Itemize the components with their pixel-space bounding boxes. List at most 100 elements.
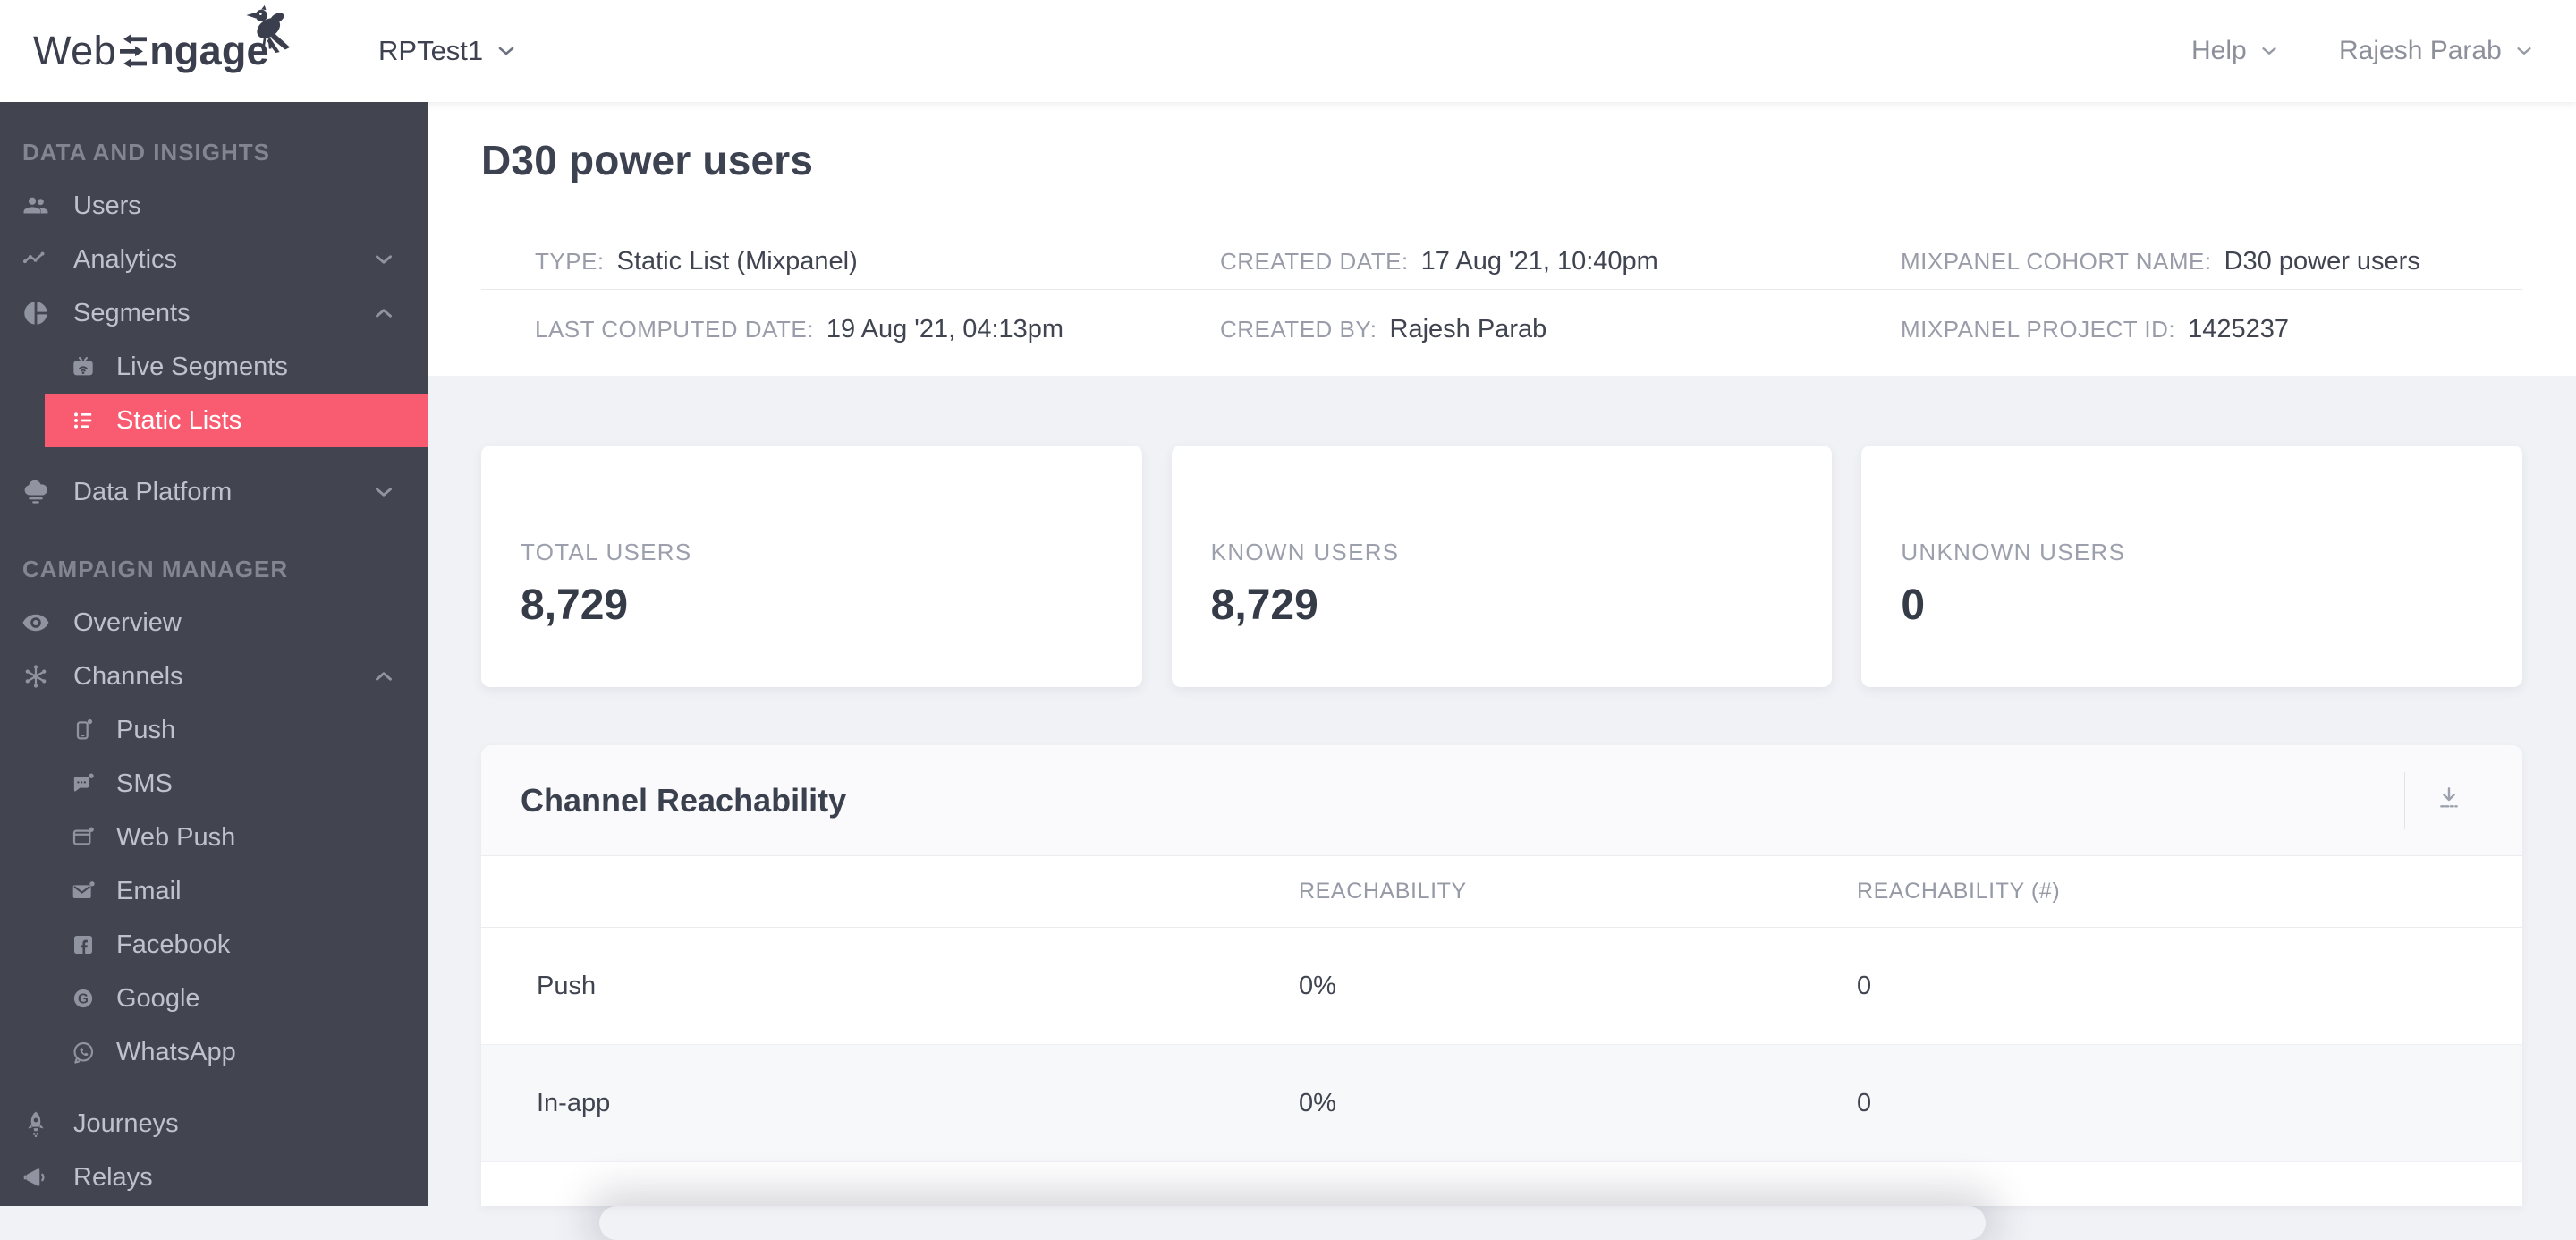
sidebar-item-label: Channels [73, 661, 183, 691]
google-icon: G [68, 984, 98, 1013]
sidebar-item-sms[interactable]: SMS [0, 757, 428, 811]
sidebar-item-label: Overview [73, 607, 182, 637]
user-menu[interactable]: Rajesh Parab [2339, 0, 2534, 102]
chevron-down-icon [2514, 41, 2534, 61]
page-title: D30 power users [481, 137, 814, 183]
meta-mixpanel-project-id: MIXPANEL PROJECT ID: 1425237 [1901, 315, 2469, 344]
sidebar-item-label: Live Segments [116, 352, 288, 381]
meta-mixpanel-cohort-name: MIXPANEL COHORT NAME: D30 power users [1901, 247, 2469, 276]
sidebar-item-label: Push [116, 715, 176, 744]
header-divider [2404, 771, 2405, 829]
journeys-icon [18, 1108, 54, 1139]
channel-reachability-header: Channel Reachability [481, 745, 2522, 856]
sidebar-item-facebook[interactable]: Facebook [0, 918, 428, 972]
download-icon [2435, 784, 2463, 817]
sidebar-item-web-push[interactable]: Web Push [0, 811, 428, 864]
cell-reachability: 0% [1299, 971, 1336, 1000]
column-reachability: REACHABILITY [1299, 879, 1467, 904]
sidebar-item-label: WhatsApp [116, 1037, 236, 1066]
svg-text:G: G [78, 991, 89, 1006]
help-label: Help [2191, 36, 2247, 65]
meta-label: CREATED DATE: [1220, 247, 1409, 275]
sidebar-item-label: Email [116, 876, 182, 905]
sidebar-item-analytics[interactable]: Analytics [0, 233, 428, 286]
sidebar-item-whatsapp[interactable]: WhatsApp [0, 1025, 428, 1079]
sidebar-item-users[interactable]: Users [0, 179, 428, 233]
data-platform-icon [18, 477, 54, 507]
webengage-dashboard: { "topbar": { "logo": { "web": "Web", "n… [0, 0, 2576, 1206]
help-menu[interactable]: Help [2191, 0, 2279, 102]
meta-last-computed-date: LAST COMPUTED DATE: 19 Aug '21, 04:13pm [535, 315, 1220, 344]
cell-channel: In-app [537, 1088, 611, 1117]
cell-reachability-count: 0 [1857, 971, 1872, 1000]
meta-label: TYPE: [535, 247, 605, 275]
sidebar-item-email[interactable]: Email [0, 864, 428, 918]
stat-card-label: TOTAL USERS [521, 539, 692, 565]
meta-label: CREATED BY: [1220, 315, 1377, 343]
stat-cards-row: TOTAL USERS 8,729 KNOWN USERS 8,729 UNKN… [481, 446, 2523, 687]
meta-label: MIXPANEL PROJECT ID: [1901, 315, 2176, 343]
logo-text-web: Web [33, 28, 117, 73]
chevron-down-icon [496, 40, 517, 62]
sidebar-section-data-and-insights: DATA AND INSIGHTS [22, 138, 270, 166]
sidebar: DATA AND INSIGHTS Users Analytics Segmen… [0, 102, 428, 1206]
project-selector[interactable]: RPTest1 [378, 0, 517, 102]
meta-row-2: LAST COMPUTED DATE: 19 Aug '21, 04:13pm … [481, 290, 2522, 369]
relays-icon [18, 1162, 54, 1193]
sidebar-item-relays[interactable]: Relays [0, 1151, 428, 1204]
channel-reachability-title: Channel Reachability [521, 781, 847, 819]
chevron-down-icon [372, 480, 395, 504]
channel-reachability-card: Channel Reachability REACHABILITY REACHA… [481, 745, 2522, 1206]
webengage-logo[interactable]: Web ngage [33, 4, 290, 74]
sidebar-item-label: Users [73, 191, 141, 220]
sidebar-item-journeys[interactable]: Journeys [0, 1097, 428, 1151]
sidebar-item-label: Data Platform [73, 477, 233, 506]
users-icon [18, 191, 54, 221]
stat-card-value: 8,729 [521, 582, 629, 629]
stat-card-known-users: KNOWN USERS 8,729 [1171, 446, 1833, 687]
sidebar-section-campaign-manager: CAMPAIGN MANAGER [22, 555, 289, 582]
sidebar-item-push[interactable]: Push [0, 703, 428, 757]
page-header: D30 power users TYPE: Static List (Mixpa… [428, 102, 2576, 376]
sidebar-item-label: SMS [116, 769, 173, 798]
bottom-shadow [599, 1206, 1986, 1240]
sidebar-item-google[interactable]: G Google [0, 972, 428, 1025]
sidebar-item-data-platform[interactable]: Data Platform [0, 465, 428, 519]
stat-card-label: KNOWN USERS [1210, 539, 1400, 565]
live-segments-icon [68, 352, 98, 381]
project-name: RPTest1 [378, 35, 484, 66]
meta-created-date: CREATED DATE: 17 Aug '21, 10:40pm [1220, 247, 1901, 276]
stat-card-value: 0 [1901, 582, 1926, 629]
sidebar-item-overview[interactable]: Overview [0, 596, 428, 650]
meta-created-by: CREATED BY: Rajesh Parab [1220, 315, 1901, 344]
stat-card-unknown-users: UNKNOWN USERS 0 [1861, 446, 2523, 687]
chevron-up-icon [372, 665, 395, 688]
reachability-table-header: REACHABILITY REACHABILITY (#) [481, 856, 2522, 928]
sidebar-item-segments[interactable]: Segments [0, 286, 428, 340]
email-icon [68, 877, 98, 905]
push-icon [68, 716, 98, 744]
stat-card-value: 8,729 [1210, 582, 1318, 629]
sidebar-item-label: Google [116, 983, 200, 1013]
static-lists-icon [68, 406, 98, 435]
table-partial-row [481, 1162, 2522, 1206]
meta-row-1: TYPE: Static List (Mixpanel) CREATED DAT… [481, 234, 2522, 288]
whatsapp-icon [68, 1038, 98, 1066]
table-row-push: Push 0% 0 [481, 928, 2522, 1045]
cell-reachability-count: 0 [1857, 1088, 1872, 1117]
chevron-down-icon [372, 248, 395, 271]
sidebar-item-label: Relays [73, 1162, 153, 1192]
chevron-down-icon [2259, 41, 2279, 61]
facebook-icon [68, 930, 98, 959]
download-button[interactable] [2428, 779, 2470, 822]
sidebar-item-static-lists[interactable]: Static Lists [0, 394, 428, 447]
column-reachability-count: REACHABILITY (#) [1857, 879, 2061, 904]
table-row-in-app: In-app 0% 0 [481, 1045, 2522, 1162]
sidebar-item-channels[interactable]: Channels [0, 650, 428, 703]
chevron-up-icon [372, 302, 395, 325]
main-content: D30 power users TYPE: Static List (Mixpa… [428, 102, 2576, 1206]
meta-label: LAST COMPUTED DATE: [535, 315, 814, 343]
channels-icon [18, 661, 54, 692]
sidebar-item-live-segments[interactable]: Live Segments [0, 340, 428, 394]
sidebar-item-label: Segments [73, 298, 191, 327]
